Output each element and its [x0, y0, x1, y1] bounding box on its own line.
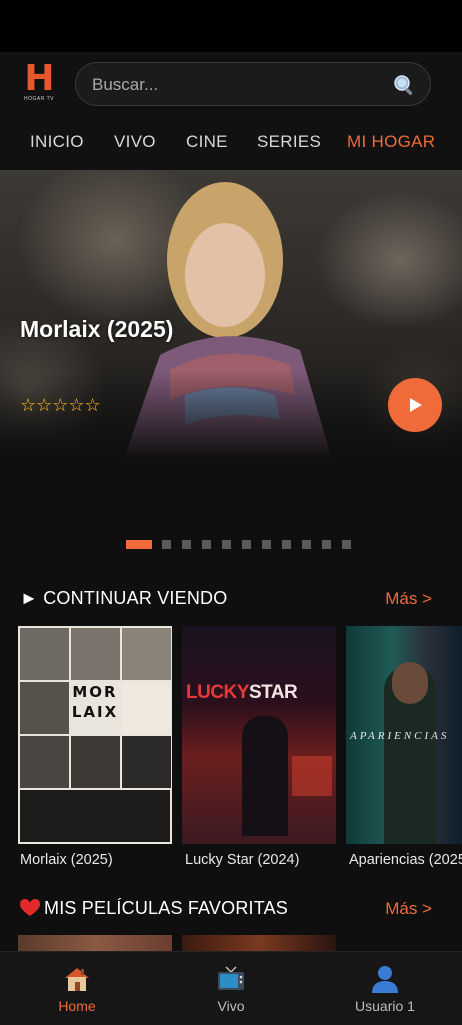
rating-stars: ☆☆☆☆☆ — [20, 395, 101, 416]
bottom-nav-vivo-label: Vivo — [217, 998, 245, 1014]
hero-title: Morlaix (2025) — [20, 316, 174, 342]
favorites-heading-label: MIS PELÍCULAS FAVORITAS — [44, 898, 288, 918]
tab-inicio[interactable]: INICIO — [30, 132, 84, 152]
continue-watching-heading: ► CONTINUAR VIENDO — [20, 588, 228, 608]
search-input[interactable] — [90, 63, 384, 107]
favorites-more-link[interactable]: Más > — [385, 899, 432, 923]
poster-label: Morlaix (2025) — [20, 852, 113, 868]
carousel-dot[interactable] — [242, 540, 251, 549]
carousel-dot[interactable] — [182, 540, 191, 549]
user-icon — [372, 966, 398, 993]
carousel-dot[interactable] — [222, 540, 231, 549]
poster-figure — [242, 716, 288, 836]
continue-watching-more-link[interactable]: Más > — [385, 589, 432, 613]
search-icon[interactable] — [392, 73, 416, 97]
poster-title: MOR LAIX — [71, 683, 119, 721]
favorites-heading: MIS PELÍCULAS FAVORITAS — [20, 898, 288, 922]
poster-label: Apariencias (2025) — [349, 852, 462, 868]
poster-title: LUCKYSTAR — [186, 682, 298, 703]
bottom-nav-home[interactable]: Home — [0, 952, 154, 1025]
status-bar — [0, 0, 462, 52]
poster-face — [392, 662, 428, 704]
play-button[interactable] — [388, 378, 442, 432]
carousel-dot[interactable] — [302, 540, 311, 549]
poster-label: Lucky Star (2024) — [185, 852, 300, 868]
carousel-indicator — [0, 539, 462, 551]
poster-title: APARIENCIAS — [350, 730, 450, 742]
carousel-dot[interactable] — [322, 540, 331, 549]
bottom-nav-vivo[interactable]: Vivo — [154, 952, 308, 1025]
carousel-dot[interactable] — [126, 540, 152, 549]
bottom-nav-user[interactable]: Usuario 1 — [308, 952, 462, 1025]
search-bar[interactable] — [75, 62, 431, 107]
tab-cine[interactable]: CINE — [186, 132, 228, 152]
tab-mi-hogar[interactable]: MI HOGAR — [347, 132, 435, 152]
carousel-dot[interactable] — [342, 540, 351, 549]
logo-letter: H — [24, 58, 54, 99]
house-icon — [65, 968, 89, 991]
poster-card[interactable]: LUCKYSTAR — [182, 626, 336, 844]
carousel-dot[interactable] — [282, 540, 291, 549]
carousel-dot[interactable] — [262, 540, 271, 549]
bottom-nav-home-label: Home — [58, 998, 96, 1014]
bottom-nav-user-label: Usuario 1 — [355, 998, 415, 1014]
carousel-dot[interactable] — [202, 540, 211, 549]
heart-icon — [20, 899, 40, 916]
logo-subtitle: HOGAR TV — [23, 96, 55, 102]
carousel-dot[interactable] — [162, 540, 171, 549]
bottom-nav: Home Vivo Usuario 1 — [0, 951, 462, 1025]
poster-card[interactable]: MOR LAIX — [18, 626, 172, 844]
poster-light — [292, 756, 332, 796]
tab-vivo[interactable]: VIVO — [114, 132, 156, 152]
tv-icon — [218, 966, 244, 990]
tab-series[interactable]: SERIES — [257, 132, 321, 152]
top-nav: INICIO VIVO CINE SERIES MI HOGAR — [0, 132, 462, 158]
app-logo[interactable]: H HOGAR TV — [22, 58, 56, 104]
poster-card[interactable]: APARIENCIAS — [346, 626, 462, 844]
play-icon — [410, 398, 422, 412]
